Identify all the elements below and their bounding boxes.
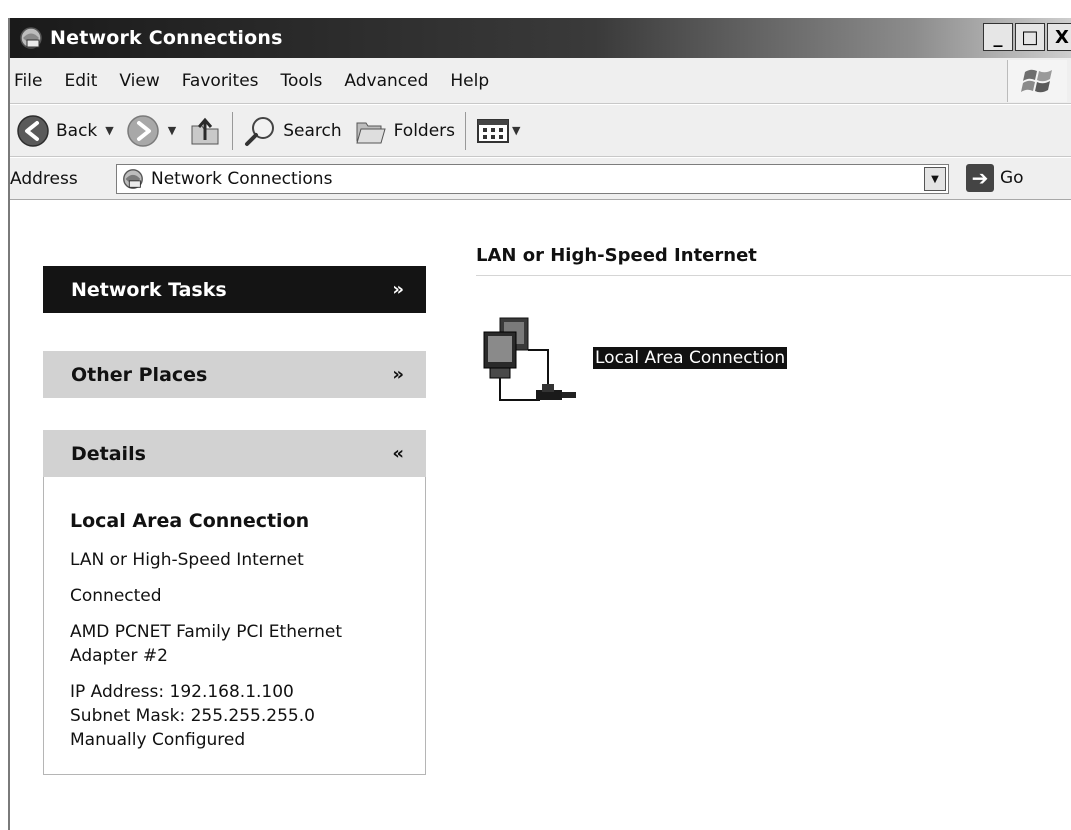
group-header: LAN or High-Speed Internet: [476, 245, 1071, 276]
close-button[interactable]: X: [1047, 23, 1071, 51]
address-value: Network Connections: [151, 169, 333, 189]
network-tasks-header[interactable]: Network Tasks »: [43, 266, 426, 313]
go-label: Go: [1000, 168, 1024, 188]
menu-bar: File Edit View Favorites Tools Advanced …: [10, 58, 1071, 104]
details-connection-name: Local Area Connection: [70, 510, 310, 532]
windows-logo-icon: [1007, 60, 1067, 102]
collapse-chevron-icon[interactable]: «: [392, 443, 404, 464]
network-tasks-panel: Network Tasks »: [43, 266, 426, 313]
network-connections-icon: [123, 169, 143, 189]
folders-label: Folders: [393, 120, 456, 141]
search-label: Search: [283, 120, 342, 141]
up-folder-button[interactable]: [182, 109, 228, 153]
views-icon: [477, 118, 510, 143]
search-icon: [245, 116, 275, 146]
toolbar-separator: [232, 111, 234, 150]
minimize-button[interactable]: _: [983, 23, 1013, 51]
menu-edit[interactable]: Edit: [55, 71, 106, 91]
details-connection-status: Connected: [70, 585, 162, 606]
other-places-title: Other Places: [71, 363, 208, 386]
expand-chevron-icon[interactable]: »: [392, 279, 404, 300]
go-arrow-icon: ➔: [966, 164, 994, 192]
details-connection-type: LAN or High-Speed Internet: [70, 549, 304, 570]
toolbar-separator: [465, 111, 467, 150]
folders-button[interactable]: Folders: [348, 109, 461, 153]
go-button[interactable]: ➔ Go: [966, 164, 1024, 192]
menu-view[interactable]: View: [110, 71, 168, 91]
address-input[interactable]: Network Connections ▼: [116, 164, 949, 194]
other-places-panel: Other Places »: [43, 351, 426, 398]
network-connection-icon[interactable]: [478, 314, 578, 414]
content-pane: LAN or High-Speed Internet Local Area Co…: [442, 201, 1071, 830]
details-header[interactable]: Details «: [43, 430, 426, 477]
details-title: Details: [71, 442, 146, 465]
forward-button[interactable]: ▼: [120, 109, 182, 153]
up-folder-icon: [191, 117, 219, 144]
back-dropdown-icon[interactable]: ▼: [105, 124, 113, 137]
menu-favorites[interactable]: Favorites: [173, 71, 268, 91]
details-config-mode: Manually Configured: [70, 729, 246, 750]
back-label: Back: [56, 120, 98, 141]
search-button[interactable]: Search: [237, 109, 347, 153]
back-arrow-icon: [17, 114, 49, 147]
window-controls: _ □ X: [983, 23, 1071, 51]
menu-help[interactable]: Help: [441, 71, 498, 91]
back-button[interactable]: Back ▼: [10, 109, 120, 153]
maximize-button[interactable]: □: [1015, 23, 1045, 51]
folders-icon: [355, 122, 386, 143]
task-pane: Network Tasks » Other Places » Details «…: [10, 201, 442, 830]
menu-advanced[interactable]: Advanced: [335, 71, 437, 91]
address-dropdown-icon[interactable]: ▼: [924, 167, 946, 191]
menu-file[interactable]: File: [10, 71, 51, 91]
details-ip-address: IP Address: 192.168.1.100: [70, 681, 294, 702]
connection-label[interactable]: Local Area Connection: [593, 347, 788, 369]
details-subnet-mask: Subnet Mask: 255.255.255.0: [70, 705, 315, 726]
views-dropdown-icon[interactable]: ▼: [512, 124, 520, 137]
menu-tools[interactable]: Tools: [272, 71, 332, 91]
window-title: Network Connections: [50, 27, 283, 49]
title-bar[interactable]: Network Connections _ □ X: [10, 18, 1071, 58]
explorer-window: Network Connections _ □ X File Edit View…: [8, 18, 1071, 830]
details-panel: Details « Local Area Connection LAN or H…: [43, 430, 426, 775]
views-button[interactable]: ▼: [470, 109, 526, 153]
address-label: Address: [10, 168, 78, 189]
network-tasks-title: Network Tasks: [71, 278, 227, 301]
details-body: Local Area Connection LAN or High-Speed …: [43, 477, 426, 775]
forward-arrow-icon: [127, 114, 159, 147]
expand-chevron-icon[interactable]: »: [392, 364, 404, 385]
other-places-header[interactable]: Other Places »: [43, 351, 426, 398]
details-adapter-name: AMD PCNET Family PCI Ethernet Adapter #2: [70, 621, 343, 666]
toolbar: Back ▼ ▼ Search Folders ▼: [10, 105, 1071, 157]
address-bar: Address Network Connections ▼ ➔ Go: [10, 158, 1071, 200]
network-connections-icon: [20, 27, 42, 49]
forward-dropdown-icon[interactable]: ▼: [168, 124, 176, 137]
